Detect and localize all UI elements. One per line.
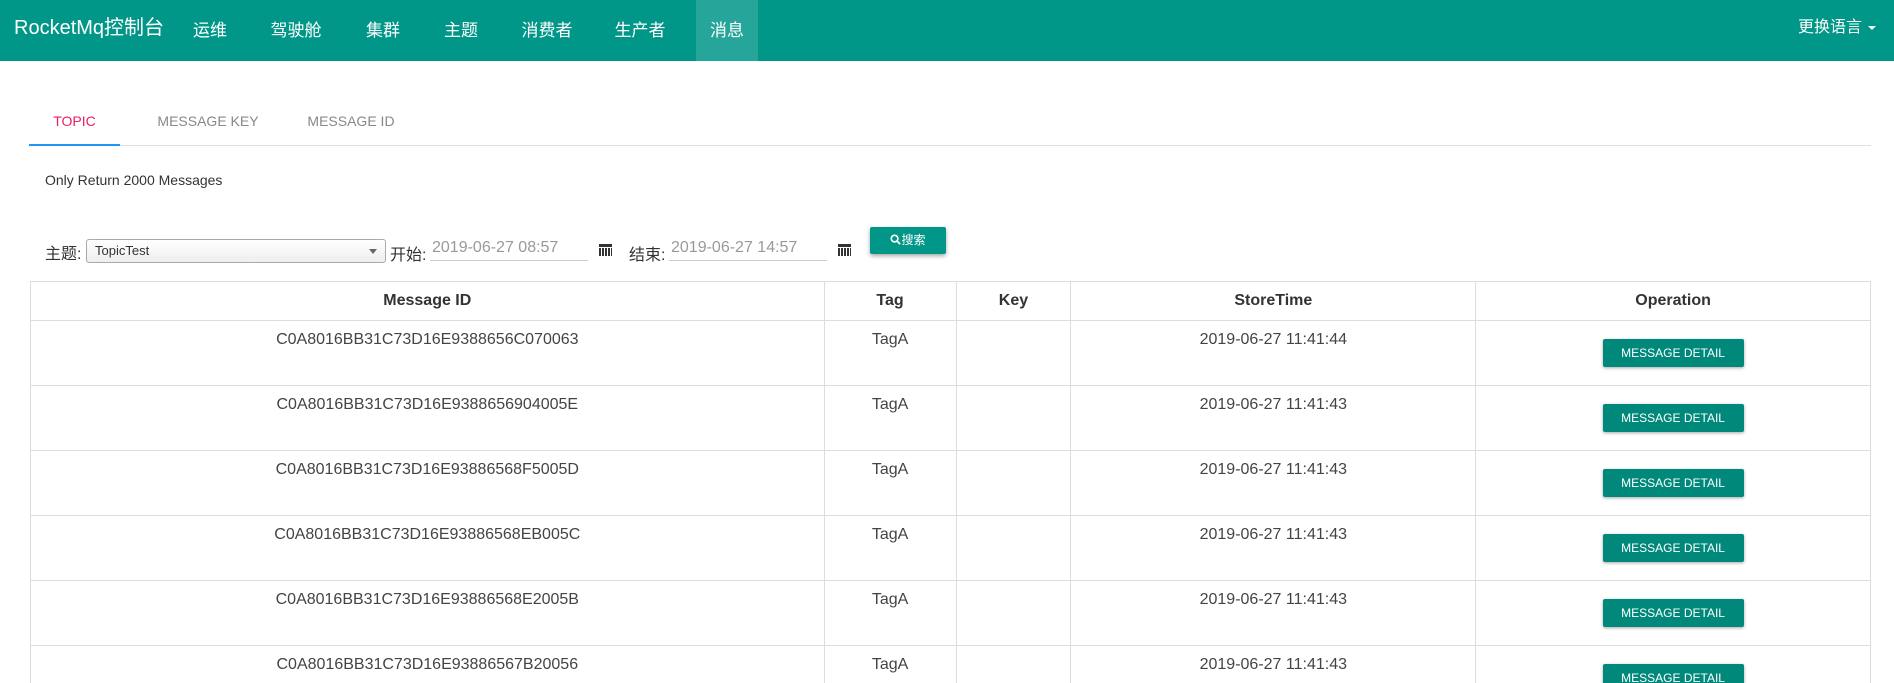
tag-cell: TagA <box>823 645 957 683</box>
language-dropdown[interactable]: 更换语言 <box>1798 0 1876 61</box>
message-detail-button[interactable]: MESSAGE DETAIL <box>1602 599 1744 627</box>
end-time-input[interactable] <box>669 235 827 261</box>
nav-item-ops[interactable]: 运维 <box>180 0 240 61</box>
tag-cell: TagA <box>823 450 957 516</box>
key-cell <box>955 450 1072 516</box>
table-header-row: Message ID Tag Key StoreTime Operation <box>30 281 1871 321</box>
message-id-cell: C0A8016BB31C73D16E93886568E2005B <box>30 580 825 646</box>
message-id-cell: C0A8016BB31C73D16E93886568F5005D <box>30 450 825 516</box>
dropdown-arrow-icon <box>369 249 377 254</box>
search-icon <box>890 234 902 245</box>
message-table: Message ID Tag Key StoreTime Operation C… <box>30 281 1871 683</box>
nav-item-cluster[interactable]: 集群 <box>353 0 413 61</box>
result-limit-note: Only Return 2000 Messages <box>45 172 223 188</box>
store-time-cell: 2019-06-27 11:41:43 <box>1070 515 1477 581</box>
search-button-label: 搜索 <box>901 233 926 247</box>
tag-cell: TagA <box>823 580 957 646</box>
caret-down-icon <box>1868 25 1876 30</box>
column-header-message-id: Message ID <box>30 281 825 321</box>
column-header-operation: Operation <box>1475 281 1871 321</box>
topic-select-value: TopicTest <box>95 243 150 258</box>
key-cell <box>955 515 1072 581</box>
nav-item-producer[interactable]: 生产者 <box>604 0 676 61</box>
tab-message-id[interactable]: MESSAGE ID <box>291 100 411 146</box>
table-row: C0A8016BB31C73D16E93886568EB005C TagA 20… <box>30 515 1871 581</box>
message-detail-button[interactable]: MESSAGE DETAIL <box>1602 469 1744 497</box>
tag-cell: TagA <box>823 515 957 581</box>
key-cell <box>955 320 1072 386</box>
key-cell <box>955 385 1072 451</box>
calendar-icon[interactable] <box>838 243 851 256</box>
message-query-tabs: TOPIC MESSAGE KEY MESSAGE ID <box>29 100 1871 146</box>
nav-item-consumer[interactable]: 消费者 <box>511 0 583 61</box>
tab-topic[interactable]: TOPIC <box>29 100 120 146</box>
table-row: C0A8016BB31C73D16E93886568F5005D TagA 20… <box>30 450 1871 516</box>
store-time-cell: 2019-06-27 11:41:44 <box>1070 320 1477 386</box>
top-navbar: RocketMq控制台 运维 驾驶舱 集群 主题 消费者 生产者 消息 更换语言 <box>0 0 1894 61</box>
tag-cell: TagA <box>823 320 957 386</box>
message-detail-button[interactable]: MESSAGE DETAIL <box>1602 339 1744 367</box>
table-row: C0A8016BB31C73D16E93886567B20056 TagA 20… <box>30 645 1871 683</box>
operation-cell: MESSAGE DETAIL <box>1475 320 1871 386</box>
column-header-tag: Tag <box>823 281 957 321</box>
language-label: 更换语言 <box>1797 19 1862 36</box>
brand-title[interactable]: RocketMq控制台 <box>14 0 164 61</box>
begin-label: 开始: <box>390 247 427 264</box>
operation-cell: MESSAGE DETAIL <box>1475 450 1871 516</box>
store-time-cell: 2019-06-27 11:41:43 <box>1070 645 1477 683</box>
operation-cell: MESSAGE DETAIL <box>1475 645 1871 683</box>
store-time-cell: 2019-06-27 11:41:43 <box>1070 450 1477 516</box>
message-detail-button[interactable]: MESSAGE DETAIL <box>1602 664 1744 683</box>
topic-select[interactable]: TopicTest <box>86 239 386 263</box>
calendar-icon[interactable] <box>599 243 612 256</box>
nav-item-topic[interactable]: 主题 <box>431 0 491 61</box>
table-row: C0A8016BB31C73D16E9388656904005E TagA 20… <box>30 385 1871 451</box>
begin-time-input[interactable] <box>430 235 588 261</box>
tab-message-key[interactable]: MESSAGE KEY <box>143 100 273 146</box>
nav-item-message[interactable]: 消息 <box>696 0 758 61</box>
end-label: 结束: <box>629 247 666 264</box>
table-row: C0A8016BB31C73D16E9388656C070063 TagA 20… <box>30 320 1871 386</box>
key-cell <box>955 580 1072 646</box>
key-cell <box>955 645 1072 683</box>
topic-label: 主题: <box>45 246 82 263</box>
nav-item-dashboard[interactable]: 驾驶舱 <box>262 0 330 61</box>
table-row: C0A8016BB31C73D16E93886568E2005B TagA 20… <box>30 580 1871 646</box>
operation-cell: MESSAGE DETAIL <box>1475 580 1871 646</box>
column-header-key: Key <box>955 281 1072 321</box>
message-detail-button[interactable]: MESSAGE DETAIL <box>1602 404 1744 432</box>
store-time-cell: 2019-06-27 11:41:43 <box>1070 385 1477 451</box>
operation-cell: MESSAGE DETAIL <box>1475 385 1871 451</box>
operation-cell: MESSAGE DETAIL <box>1475 515 1871 581</box>
message-id-cell: C0A8016BB31C73D16E93886568EB005C <box>30 515 825 581</box>
store-time-cell: 2019-06-27 11:41:43 <box>1070 580 1477 646</box>
message-id-cell: C0A8016BB31C73D16E93886567B20056 <box>30 645 825 683</box>
message-detail-button[interactable]: MESSAGE DETAIL <box>1602 534 1744 562</box>
message-id-cell: C0A8016BB31C73D16E9388656904005E <box>30 385 825 451</box>
message-id-cell: C0A8016BB31C73D16E9388656C070063 <box>30 320 825 386</box>
column-header-store-time: StoreTime <box>1070 281 1477 321</box>
search-button[interactable]: 搜索 <box>870 227 946 254</box>
tag-cell: TagA <box>823 385 957 451</box>
